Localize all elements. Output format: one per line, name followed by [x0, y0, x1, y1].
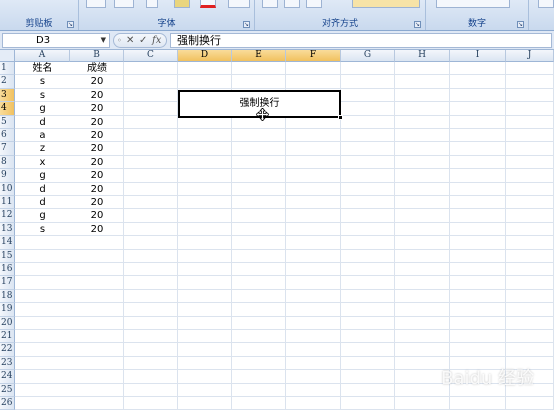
row-header-7[interactable]: 7	[0, 142, 15, 156]
row-header-18[interactable]: 18	[0, 289, 15, 304]
table-cell-name[interactable]: g	[15, 169, 70, 182]
chevron-down-icon[interactable]: ▼	[101, 34, 106, 47]
ribbon: 剪贴板 ↘ 字体 ↘ 对齐方式 ↘ 数字 ↘	[0, 0, 554, 31]
row-header-17[interactable]: 17	[0, 276, 15, 290]
table-cell-name[interactable]: s	[15, 89, 70, 102]
row-header-13[interactable]: 13	[0, 222, 15, 237]
table-cell-name[interactable]: s	[15, 223, 70, 236]
column-gridline	[394, 62, 395, 410]
font-group-label: 字体	[157, 19, 176, 29]
font-group: 字体 ↘	[79, 0, 254, 31]
number-group-label: 数字	[467, 19, 486, 29]
alignment-group-label: 对齐方式	[321, 19, 358, 29]
table-cell-score[interactable]: 20	[70, 102, 124, 115]
number-group: 数字 ↘	[426, 0, 528, 31]
clipboard-group: 剪贴板 ↘	[0, 0, 78, 31]
row-header-9[interactable]: 9	[0, 169, 15, 183]
row-header-12[interactable]: 12	[0, 209, 15, 223]
row-header-19[interactable]: 19	[0, 303, 15, 317]
row-header-16[interactable]: 16	[0, 263, 15, 277]
ribbon-separator	[528, 0, 529, 30]
alignment-group: 对齐方式 ↘	[255, 0, 425, 31]
column-header-e[interactable]: E	[232, 50, 286, 62]
row-header-15[interactable]: 15	[0, 249, 15, 263]
row-header-5[interactable]: 5	[0, 115, 15, 129]
table-cell-score[interactable]: 20	[70, 75, 124, 88]
column-header-j[interactable]: J	[506, 50, 554, 62]
name-box[interactable]: D3 ▼	[2, 33, 110, 48]
clipboard-launcher-icon[interactable]: ↘	[67, 21, 74, 28]
header-cell-score[interactable]: 成绩	[70, 62, 124, 75]
table-cell-score[interactable]: 20	[70, 196, 124, 209]
row-header-11[interactable]: 11	[0, 196, 15, 210]
table-cell-score[interactable]: 20	[70, 223, 124, 236]
table-cell-score[interactable]: 20	[70, 129, 124, 142]
column-header-c[interactable]: C	[124, 50, 178, 62]
column-gridline	[505, 62, 506, 410]
column-gridline	[449, 62, 450, 410]
row-header-1[interactable]: 1	[0, 62, 15, 76]
column-header-g[interactable]: G	[341, 50, 395, 62]
table-cell-name[interactable]: s	[15, 75, 70, 88]
table-cell-name[interactable]: z	[15, 142, 70, 155]
table-cell-name[interactable]: d	[15, 116, 70, 129]
formula-bar: D3 ▼ ◦ ✕ ✓ fx 强制换行	[0, 31, 554, 50]
column-header-d[interactable]: D	[178, 50, 232, 62]
table-cell-score[interactable]: 20	[70, 169, 124, 182]
row-header-8[interactable]: 8	[0, 155, 15, 170]
row-header-2[interactable]: 2	[0, 75, 15, 89]
formula-buttons: ◦ ✕ ✓ fx	[113, 33, 167, 48]
move-cursor-icon	[256, 108, 269, 121]
row-header-26[interactable]: 26	[0, 397, 15, 410]
insert-function-icon[interactable]: fx	[152, 34, 161, 47]
fill-handle[interactable]	[338, 115, 343, 120]
styles-button[interactable]	[538, 0, 554, 8]
column-header-f[interactable]: F	[286, 50, 341, 62]
row-header-4[interactable]: 4	[0, 102, 15, 116]
table-cell-name[interactable]: g	[15, 209, 70, 222]
table-cell-name[interactable]: g	[15, 102, 70, 115]
row-header-25[interactable]: 25	[0, 383, 15, 397]
row-header-6[interactable]: 6	[0, 129, 15, 143]
table-cell-score[interactable]: 20	[70, 156, 124, 169]
table-cell-score[interactable]: 20	[70, 142, 124, 155]
table-cell-name[interactable]: d	[15, 183, 70, 196]
table-cell-score[interactable]: 20	[70, 116, 124, 129]
table-cell-score[interactable]: 20	[70, 183, 124, 196]
column-header-h[interactable]: H	[395, 50, 450, 62]
alignment-launcher-icon[interactable]: ↘	[414, 21, 421, 28]
column-header-a[interactable]: A	[15, 50, 70, 62]
table-cell-name[interactable]: d	[15, 196, 70, 209]
number-launcher-icon[interactable]: ↘	[517, 21, 524, 28]
enter-check-icon[interactable]: ✓	[139, 34, 147, 47]
column-header-b[interactable]: B	[70, 50, 124, 62]
formula-input[interactable]: 强制换行	[170, 33, 552, 48]
table-cell-name[interactable]: a	[15, 129, 70, 142]
header-cell-name[interactable]: 姓名	[15, 62, 70, 75]
font-launcher-icon[interactable]: ↘	[243, 21, 250, 28]
row-header-10[interactable]: 10	[0, 182, 15, 196]
table-cell-name[interactable]: x	[15, 156, 70, 169]
watermark: Baidu 经验	[441, 368, 534, 389]
row-header-23[interactable]: 23	[0, 356, 15, 371]
column-header-i[interactable]: I	[450, 50, 506, 62]
splitter-handle-icon[interactable]: ◦	[117, 34, 122, 47]
table-cell-score[interactable]: 20	[70, 89, 124, 102]
row-header-3[interactable]: 3	[0, 88, 15, 103]
table-cell-score[interactable]: 20	[70, 209, 124, 222]
select-all-corner[interactable]	[0, 50, 15, 62]
row-header-22[interactable]: 22	[0, 343, 15, 357]
cancel-icon[interactable]: ✕	[126, 34, 134, 47]
row-header-20[interactable]: 20	[0, 316, 15, 330]
row-header-24[interactable]: 24	[0, 370, 15, 384]
row-header-21[interactable]: 21	[0, 330, 15, 344]
worksheet-grid[interactable]: ABCDEFGHIJ 1 2 3 4 5 6 7 8 9 10 11 12 13 14 15 16 17 18 19…	[0, 50, 554, 410]
name-box-value: D3	[36, 35, 51, 46]
row-header-14[interactable]: 14	[0, 236, 15, 250]
